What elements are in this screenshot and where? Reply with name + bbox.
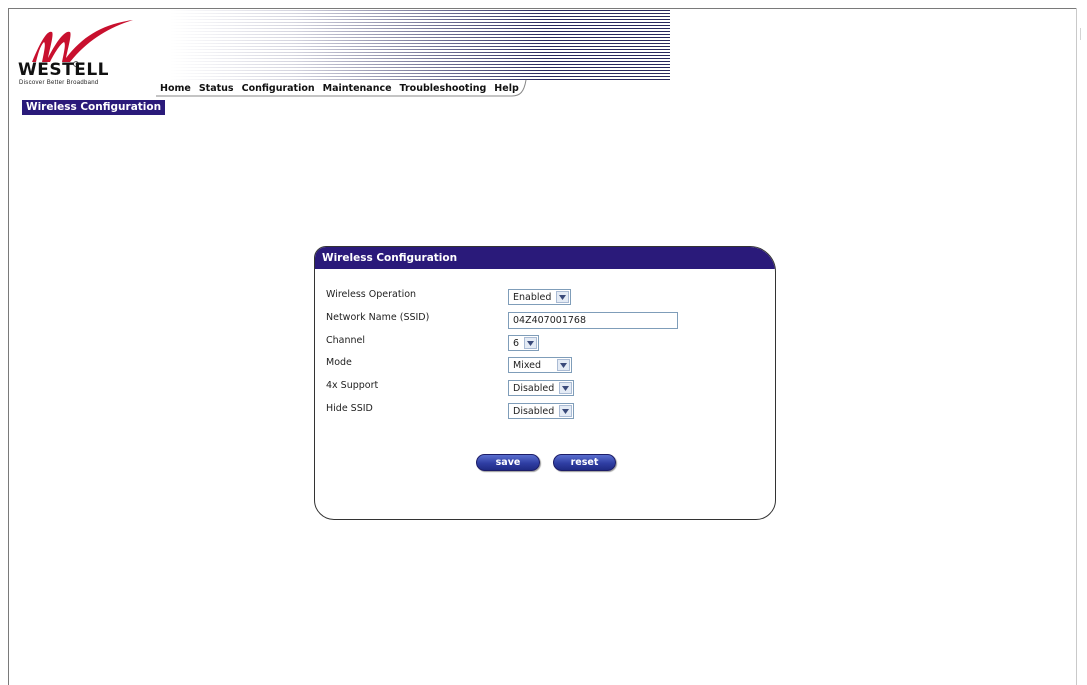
- brand-name: WESTELL: [18, 60, 109, 80]
- four-x-support-label: 4x Support: [326, 380, 379, 391]
- hide-ssid-select[interactable]: Disabled: [508, 403, 575, 419]
- save-button[interactable]: save: [476, 454, 540, 471]
- mode-select[interactable]: Mixed: [508, 357, 572, 373]
- channel-select[interactable]: 6: [508, 335, 540, 351]
- nav-configuration[interactable]: Configuration: [242, 83, 315, 94]
- ssid-input[interactable]: [508, 312, 678, 329]
- mode-value: Mixed: [513, 360, 542, 371]
- nav-maintenance[interactable]: Maintenance: [323, 83, 392, 94]
- mode-label: Mode: [326, 357, 352, 368]
- four-x-support-value: Disabled: [513, 383, 555, 394]
- nav-troubleshooting[interactable]: Troubleshooting: [400, 83, 487, 94]
- wireless-config-panel: Wireless Configuration Wireless Operatio…: [314, 246, 776, 520]
- hide-ssid-label: Hide SSID: [326, 403, 373, 414]
- right-border: [1076, 8, 1077, 685]
- four-x-support-select[interactable]: Disabled: [508, 380, 575, 396]
- wireless-operation-select[interactable]: Enabled: [508, 289, 572, 305]
- wireless-operation-label: Wireless Operation: [326, 289, 417, 300]
- main-nav: Home Status Configuration Maintenance Tr…: [158, 80, 532, 96]
- chevron-down-icon[interactable]: [556, 291, 570, 303]
- header-stripes: [170, 10, 670, 80]
- hide-ssid-value: Disabled: [513, 406, 555, 417]
- chevron-down-icon[interactable]: [559, 405, 573, 417]
- channel-label: Channel: [326, 335, 366, 346]
- chevron-down-icon[interactable]: [557, 359, 570, 371]
- chevron-down-icon[interactable]: [559, 382, 573, 394]
- nav-home[interactable]: Home: [160, 83, 191, 94]
- breadcrumb: Wireless Configuration: [22, 100, 166, 115]
- scroll-tick: [1080, 28, 1081, 40]
- wireless-operation-value: Enabled: [513, 292, 552, 303]
- chevron-down-icon[interactable]: [524, 337, 538, 349]
- nav-status[interactable]: Status: [199, 83, 234, 94]
- ssid-label: Network Name (SSID): [326, 312, 430, 323]
- channel-value: 6: [513, 338, 520, 349]
- reset-button[interactable]: reset: [553, 454, 616, 471]
- nav-help[interactable]: Help: [494, 83, 518, 94]
- panel-title: Wireless Configuration: [315, 247, 775, 269]
- brand-tagline: Discover Better Broadband: [19, 80, 99, 86]
